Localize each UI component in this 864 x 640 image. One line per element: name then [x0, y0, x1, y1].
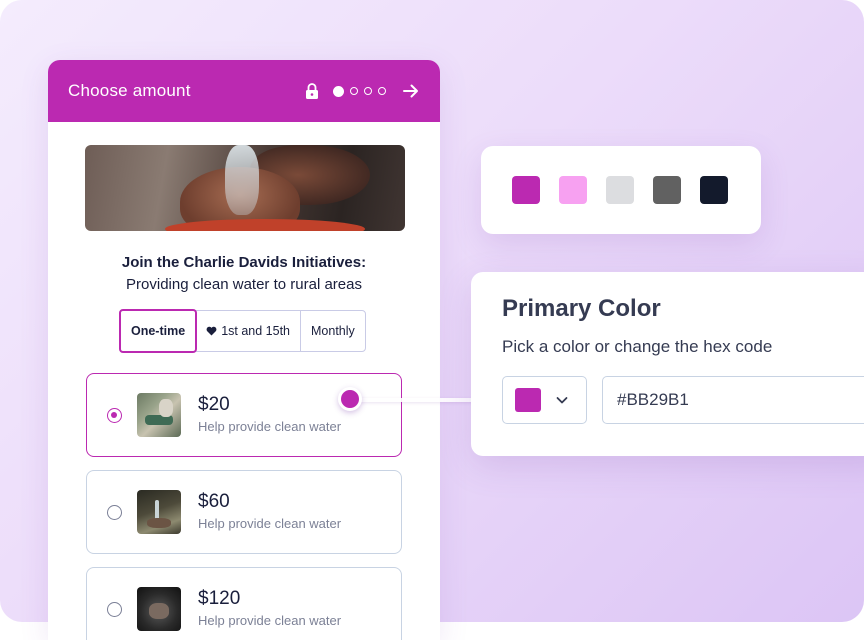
frequency-monthly-label: Monthly: [311, 324, 355, 338]
card-header: Choose amount: [48, 60, 440, 122]
step-dot: [364, 87, 372, 95]
amount-thumbnail: [137, 587, 181, 631]
heart-icon: [206, 326, 217, 336]
radio-button[interactable]: [107, 505, 122, 520]
frequency-1st-and-15th-label: 1st and 15th: [221, 324, 290, 338]
radio-button[interactable]: [107, 602, 122, 617]
amount-option-20[interactable]: $20 Help provide clean water: [86, 373, 402, 457]
headline-line-1: Join the Charlie Davids Initiatives:: [121, 254, 367, 271]
chevron-down-icon: [556, 397, 568, 404]
amount-description: Help provide clean water: [198, 419, 342, 434]
frequency-one-time-label: One-time: [131, 324, 186, 338]
amount-value: $60: [198, 491, 230, 512]
radio-button-selected[interactable]: [107, 408, 122, 423]
frequency-one-time[interactable]: One-time: [119, 309, 198, 353]
color-pin-handle[interactable]: [338, 387, 362, 411]
swatch-palette: [481, 146, 761, 234]
swatch-light-gray[interactable]: [606, 176, 634, 204]
amount-description: Help provide clean water: [198, 613, 342, 628]
lock-icon: [306, 83, 318, 99]
step-dot-active: [333, 85, 344, 97]
hex-code-input[interactable]: #BB29B1: [602, 376, 864, 424]
campaign-headline: Join the Charlie Davids Initiatives: Pro…: [48, 252, 440, 296]
step-indicator: [333, 85, 386, 97]
frequency-selector: One-time 1st and 15th Monthly: [119, 309, 366, 353]
primary-color-title: Primary Color: [502, 295, 661, 322]
selected-color-chip: [515, 388, 541, 412]
headline-line-2: Providing clean water to rural areas: [126, 276, 362, 293]
amount-value: $120: [198, 588, 241, 609]
card-title: Choose amount: [68, 81, 191, 100]
amount-thumbnail: [137, 393, 181, 437]
arrow-right-icon[interactable]: [402, 82, 420, 100]
frequency-monthly[interactable]: Monthly: [301, 311, 365, 351]
amount-description: Help provide clean water: [198, 516, 342, 531]
primary-color-subtitle: Pick a color or change the hex code: [502, 337, 773, 356]
amount-thumbnail: [137, 490, 181, 534]
color-picker-dropdown[interactable]: [502, 376, 587, 424]
swatch-pink[interactable]: [559, 176, 587, 204]
campaign-hero-image: [85, 145, 405, 231]
swatch-purple[interactable]: [512, 176, 540, 204]
amount-option-60[interactable]: $60 Help provide clean water: [86, 470, 402, 554]
swatch-dark-gray[interactable]: [653, 176, 681, 204]
primary-color-panel: Primary Color Pick a color or change the…: [471, 272, 864, 456]
amount-option-120[interactable]: $120 Help provide clean water: [86, 567, 402, 640]
amount-value: $20: [198, 394, 230, 415]
step-dot: [350, 87, 358, 95]
step-dot: [378, 87, 386, 95]
donation-card: Choose amount Join the Charlie Davids In…: [48, 60, 440, 640]
swatch-navy[interactable]: [700, 176, 728, 204]
frequency-1st-and-15th[interactable]: 1st and 15th: [196, 311, 301, 351]
